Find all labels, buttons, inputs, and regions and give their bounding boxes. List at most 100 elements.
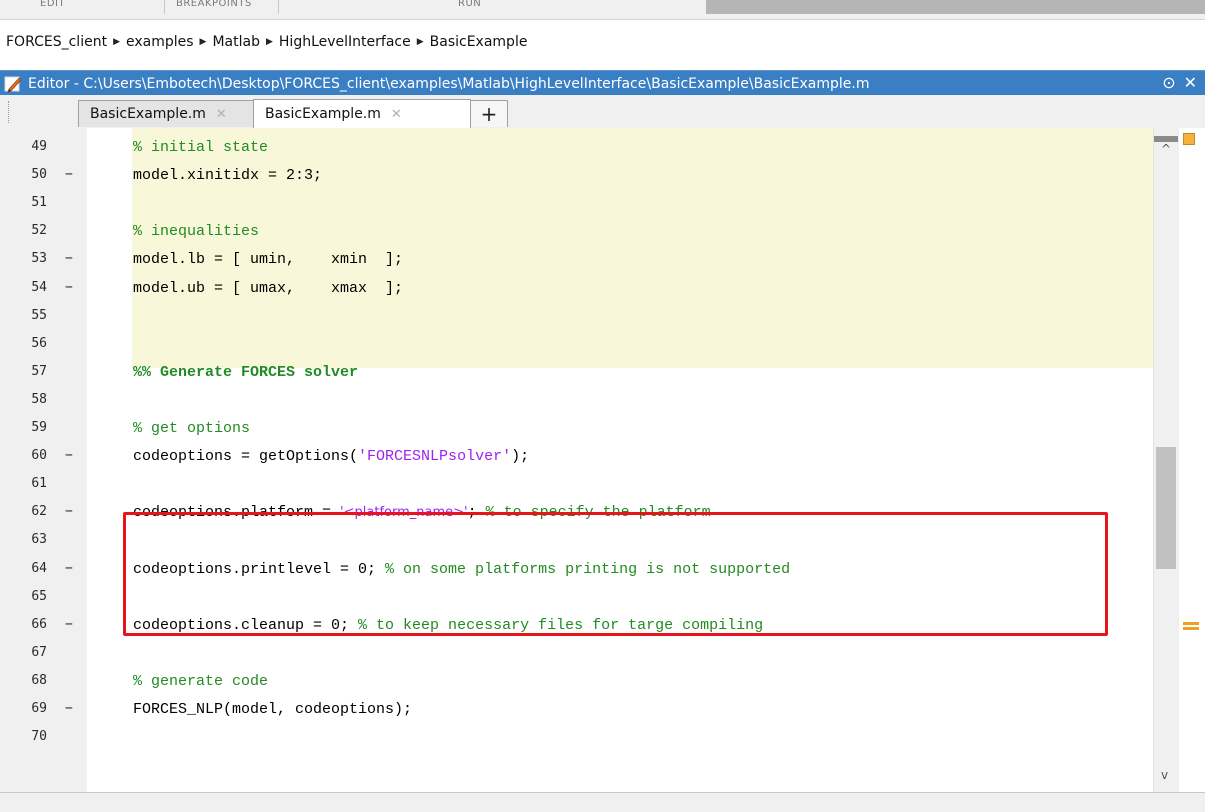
tab-close-icon[interactable]: ✕ — [216, 107, 227, 122]
code-text[interactable]: % generate code — [133, 673, 268, 690]
breadcrumb-item-examples[interactable]: examples — [126, 34, 194, 50]
code-text[interactable]: % initial state — [133, 139, 268, 156]
code-line[interactable]: 69 − FORCES_NLP(model, codeoptions); — [0, 697, 1150, 725]
code-token: FORCES_NLP(model, codeoptions); — [133, 701, 413, 718]
tab-close-icon[interactable]: ✕ — [391, 107, 402, 122]
code-line[interactable]: 70 — [0, 725, 1150, 753]
line-number[interactable]: 55 — [15, 308, 47, 323]
line-number[interactable]: 58 — [15, 392, 47, 407]
code-line[interactable]: 56 — [0, 332, 1150, 360]
new-tab-button[interactable]: + — [470, 100, 508, 127]
code-line[interactable]: 58 — [0, 388, 1150, 416]
line-number[interactable]: 52 — [15, 223, 47, 238]
code-token: model.ub = [ umax, xmax ]; — [133, 279, 404, 297]
code-token: model.xinitidx = 2:3; — [133, 167, 323, 185]
breadcrumb-arrow-icon: ▶ — [265, 37, 273, 47]
code-line[interactable]: 51 — [0, 191, 1150, 219]
warning-marker-icon[interactable] — [1183, 622, 1199, 625]
line-number[interactable]: 60 — [15, 448, 47, 463]
code-line[interactable]: 60 − codeoptions = getOptions('FORCESNLPso… — [0, 444, 1150, 472]
code-text[interactable]: codeoptions = getOptions('FORCESNLPsolve… — [133, 448, 529, 465]
line-number[interactable]: 49 — [15, 139, 47, 154]
code-line[interactable]: 54 − model.ub = [ umax, xmax ]; — [0, 276, 1150, 304]
code-analyzer-bar — [1179, 128, 1205, 792]
scroll-up-icon[interactable]: ^ — [1161, 142, 1171, 156]
status-strip — [0, 792, 1205, 812]
code-text[interactable]: % get options — [133, 420, 250, 437]
analyzer-status-icon[interactable] — [1183, 133, 1195, 145]
breadcrumb-item-matlab[interactable]: Matlab — [212, 34, 260, 50]
line-number[interactable]: 61 — [15, 476, 47, 491]
executable-line-marker[interactable]: − — [65, 251, 73, 266]
breadcrumb-item-highlevelinterface[interactable]: HighLevelInterface — [279, 34, 411, 50]
editor-pencil-icon — [4, 76, 22, 92]
scroll-down-icon[interactable]: v — [1161, 768, 1168, 782]
breadcrumb: FORCES_client ▶ examples ▶ Matlab ▶ High… — [0, 30, 1205, 54]
vertical-scrollbar[interactable]: ^ v — [1153, 128, 1179, 792]
ribbon-section-edit[interactable]: EDIT — [40, 0, 65, 14]
ribbon-section-breakpoints[interactable]: BREAKPOINTS — [176, 0, 252, 14]
code-line[interactable]: 55 — [0, 304, 1150, 332]
executable-line-marker[interactable]: − — [65, 617, 73, 632]
tab-label: BasicExample.m — [265, 106, 381, 122]
line-number[interactable]: 53 — [15, 251, 47, 266]
line-number[interactable]: 69 — [15, 701, 47, 716]
line-number[interactable]: 70 — [15, 729, 47, 744]
breadcrumb-item-basicexample[interactable]: BasicExample — [430, 34, 528, 50]
line-number[interactable]: 67 — [15, 645, 47, 660]
line-number[interactable]: 57 — [15, 364, 47, 379]
code-line[interactable]: 53 − model.lb = [ umin, xmin ]; — [0, 247, 1150, 275]
tab-bar-grip[interactable] — [8, 101, 12, 123]
executable-line-marker[interactable]: − — [65, 448, 73, 463]
code-text[interactable]: model.lb = [ umin, xmin ]; — [133, 251, 403, 268]
executable-line-marker[interactable]: − — [65, 504, 73, 519]
close-icon[interactable]: ✕ — [1184, 73, 1197, 92]
tab-basicexample-2[interactable]: BasicExample.m ✕ — [253, 99, 471, 128]
code-line[interactable]: 50 − model.xinitidx = 2:3; — [0, 163, 1150, 191]
code-token: codeoptions = getOptions( — [133, 448, 359, 466]
scrollbar-thumb[interactable] — [1156, 447, 1176, 569]
tab-basicexample-1[interactable]: BasicExample.m ✕ — [78, 100, 254, 127]
code-editor[interactable]: 49 % initial state 50 − model.xinitidx = 2:3… — [0, 128, 1205, 792]
line-number[interactable]: 54 — [15, 280, 47, 295]
code-line[interactable]: 52 % inequalities — [0, 219, 1150, 247]
code-comment: % initial state — [133, 139, 269, 156]
code-line[interactable]: 59 % get options — [0, 416, 1150, 444]
line-number[interactable]: 51 — [15, 195, 47, 210]
code-text[interactable]: model.xinitidx = 2:3; — [133, 167, 322, 184]
breadcrumb-item-forces-client[interactable]: FORCES_client — [6, 34, 107, 50]
code-text[interactable]: %% Generate FORCES solver — [133, 364, 358, 381]
code-text[interactable]: % inequalities — [133, 223, 259, 240]
code-line[interactable]: 67 — [0, 641, 1150, 669]
line-number[interactable]: 56 — [15, 336, 47, 351]
code-line[interactable]: 57 %% Generate FORCES solver — [0, 360, 1150, 388]
code-comment: % get options — [133, 420, 251, 437]
breadcrumb-arrow-icon: ▶ — [199, 37, 207, 47]
line-number[interactable]: 65 — [15, 589, 47, 604]
line-number[interactable]: 66 — [15, 617, 47, 632]
code-line[interactable]: 61 — [0, 472, 1150, 500]
line-number[interactable]: 68 — [15, 673, 47, 688]
line-number[interactable]: 63 — [15, 532, 47, 547]
executable-line-marker[interactable]: − — [65, 280, 73, 295]
executable-line-marker[interactable]: − — [65, 701, 73, 716]
line-number[interactable]: 64 — [15, 561, 47, 576]
editor-title-bar: Editor - C:\Users\Embotech\Desktop\FORCE… — [0, 70, 1205, 96]
line-number[interactable]: 62 — [15, 504, 47, 519]
line-number[interactable]: 50 — [15, 167, 47, 182]
code-text[interactable]: model.ub = [ umax, xmax ]; — [133, 280, 403, 297]
editor-title: Editor - C:\Users\Embotech\Desktop\FORCE… — [28, 75, 870, 92]
ribbon-section-run[interactable]: RUN — [458, 0, 481, 14]
window-menu-icon[interactable]: ⊙ — [1162, 73, 1175, 92]
code-string: 'FORCESNLPsolver' — [358, 448, 512, 466]
executable-line-marker[interactable]: − — [65, 167, 73, 182]
editor-tab-bar: BasicExample.m ✕ BasicExample.m ✕ + — [0, 95, 1205, 129]
code-line[interactable]: 68 % generate code — [0, 669, 1150, 697]
executable-line-marker[interactable]: − — [65, 561, 73, 576]
tab-label: BasicExample.m — [90, 106, 206, 122]
ribbon-collapsed-area — [706, 0, 1205, 14]
code-line[interactable]: 49 % initial state — [0, 135, 1150, 163]
line-number[interactable]: 59 — [15, 420, 47, 435]
code-token: model.lb = [ umin, xmin ]; — [133, 251, 404, 269]
code-text[interactable]: FORCES_NLP(model, codeoptions); — [133, 701, 412, 718]
